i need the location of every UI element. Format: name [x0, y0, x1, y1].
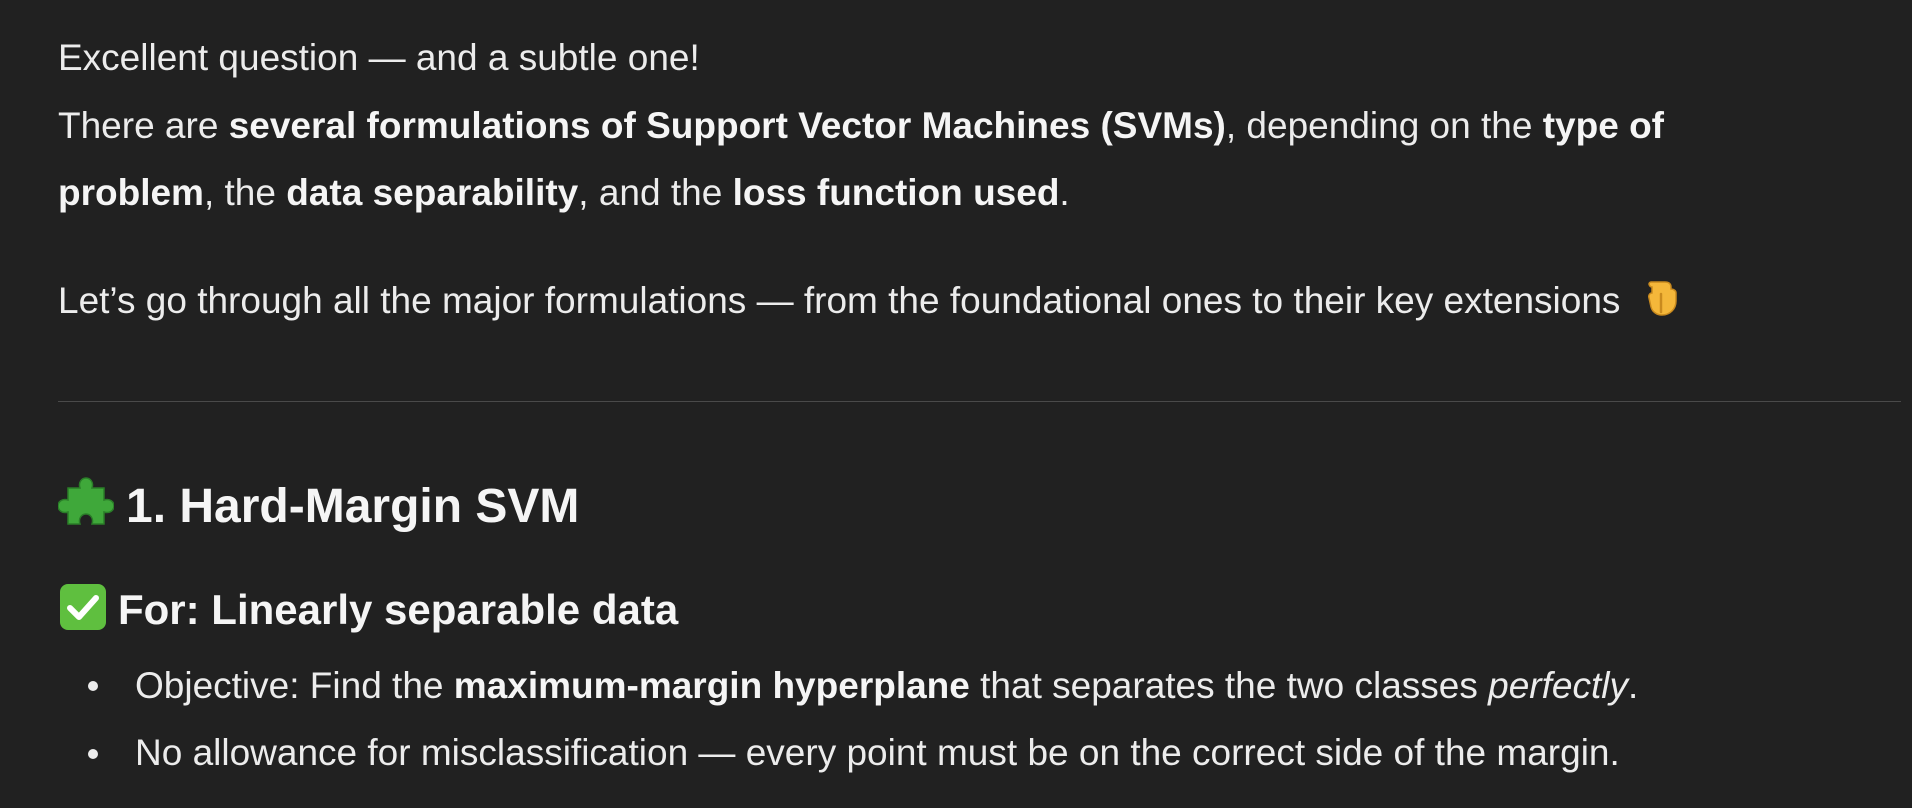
bold-text: several formulations of Support Vector M…	[228, 105, 1226, 146]
bold-text: problem	[58, 172, 204, 213]
text-segment: .	[1059, 172, 1070, 213]
subheading: For: Linearly separable data	[58, 582, 678, 644]
bold-text: type of	[1542, 105, 1664, 146]
text-segment: There are	[58, 105, 229, 146]
check-mark-icon	[58, 582, 108, 644]
text-segment: , and the	[578, 172, 733, 213]
chat-message: Excellent question — and a subtle one! T…	[0, 0, 1912, 808]
bold-text: data separability	[286, 172, 579, 213]
subheading-text: For: Linearly separable data	[118, 586, 679, 634]
bullet-dot	[88, 749, 98, 759]
intro-text: Excellent question — and a subtle one!	[58, 37, 700, 78]
text-segment: No allowance for misclassification — eve…	[135, 732, 1620, 773]
intro-paragraph-line-2: problem, the data separability, and the …	[58, 171, 1070, 215]
intro-line: Excellent question — and a subtle one!	[58, 36, 700, 80]
text-segment: that separates the two classes	[969, 665, 1489, 706]
bullet-dot	[88, 681, 98, 691]
bold-text: loss function used	[732, 172, 1060, 213]
pointing-down-hand-icon	[1643, 276, 1683, 330]
bold-text: maximum-margin hyperplane	[453, 665, 970, 706]
section-divider	[58, 401, 1901, 402]
text-segment: , the	[203, 172, 287, 213]
puzzle-piece-icon	[57, 474, 115, 545]
section-heading: 1. Hard-Margin SVM	[57, 474, 580, 545]
list-item: No allowance for misclassification — eve…	[135, 731, 1620, 775]
section-title: 1. Hard-Margin SVM	[126, 480, 580, 534]
overview-text: Let’s go through all the major formulati…	[58, 279, 1621, 321]
overview-line: Let’s go through all the major formulati…	[58, 276, 1695, 330]
list-item: Objective: Find the maximum-margin hyper…	[135, 664, 1638, 708]
text-segment: .	[1627, 665, 1639, 706]
intro-paragraph-line-1: There are several formulations of Suppor…	[58, 104, 1664, 148]
italic-text: perfectly	[1488, 665, 1628, 706]
text-segment: Objective: Find the	[135, 665, 454, 706]
text-segment: , depending on the	[1225, 105, 1543, 146]
